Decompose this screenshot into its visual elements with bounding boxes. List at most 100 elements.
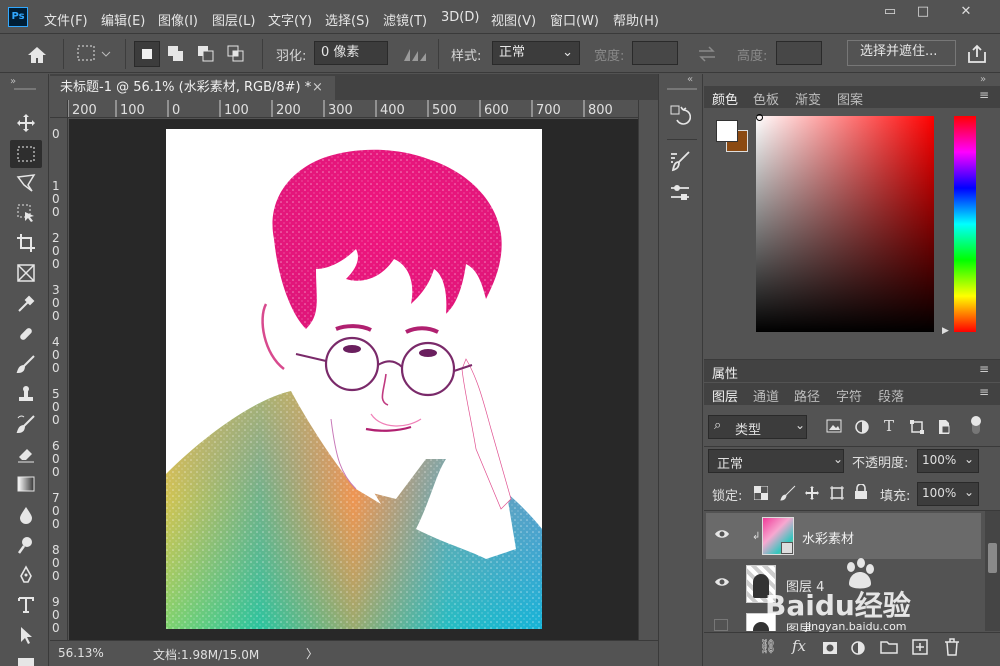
layer-style-icon[interactable]: fx [792, 637, 806, 655]
style-select[interactable]: 正常 ⌄ [492, 41, 580, 65]
layers-scroll-thumb[interactable] [988, 543, 997, 573]
swap-dimensions-icon[interactable] [697, 45, 717, 66]
brush-settings-icon[interactable] [669, 150, 691, 175]
lock-position-icon[interactable] [804, 485, 820, 504]
lock-artboard-icon[interactable] [829, 485, 845, 504]
tab-layers[interactable]: 图层 [712, 386, 738, 405]
gradient-tool-icon[interactable] [14, 472, 38, 496]
anti-alias-icon[interactable] [402, 45, 428, 66]
layer-name[interactable]: 图层 4 [786, 576, 824, 595]
home-icon[interactable] [26, 45, 48, 68]
object-selection-tool-icon[interactable] [14, 201, 38, 225]
link-layers-icon[interactable]: ⛓ [759, 639, 777, 655]
menu-help[interactable]: 帮助(H) [613, 10, 659, 29]
feather-input[interactable]: 0 像素 [314, 41, 388, 65]
blend-mode-select[interactable]: 正常 ⌄ [708, 449, 844, 473]
menu-image[interactable]: 图像(I) [158, 10, 198, 29]
menu-edit[interactable]: 编辑(E) [101, 10, 145, 29]
intersect-selection-icon[interactable] [224, 42, 248, 69]
hue-slider[interactable] [954, 116, 976, 332]
pen-tool-icon[interactable] [14, 563, 38, 587]
tab-channels[interactable]: 通道 [753, 386, 779, 405]
layers-scrollbar[interactable] [985, 511, 1000, 631]
layer-filter-select[interactable]: ⌕ 类型 ⌄ [708, 415, 807, 439]
new-adjustment-layer-icon[interactable] [850, 640, 866, 659]
history-brush-tool-icon[interactable] [14, 412, 38, 436]
status-menu-arrow[interactable]: 〉 [306, 645, 318, 662]
rectangle-tool-icon[interactable] [14, 652, 38, 666]
add-mask-icon[interactable] [822, 641, 838, 658]
panel-menu-icon[interactable]: ≡ [979, 88, 989, 102]
collapse-dock-icon[interactable]: » [980, 74, 986, 85]
tab-swatches[interactable]: 色板 [753, 89, 779, 108]
tab-paragraph[interactable]: 段落 [878, 386, 904, 405]
close-window-button[interactable]: ✕ [948, 2, 984, 24]
type-tool-icon[interactable] [14, 593, 38, 617]
path-selection-tool-icon[interactable] [14, 623, 38, 647]
menu-file[interactable]: 文件(F) [44, 10, 88, 29]
tab-properties[interactable]: 属性 [712, 363, 738, 382]
close-tab-icon[interactable]: × [312, 76, 323, 100]
menu-3d[interactable]: 3D(D) [441, 10, 479, 25]
visibility-toggle-box[interactable] [714, 619, 728, 631]
dodge-tool-icon[interactable] [14, 533, 38, 557]
height-input[interactable] [776, 41, 822, 65]
rect-marquee-preset-icon[interactable] [76, 44, 112, 67]
layer-row-layer-4[interactable]: 图层 4 [706, 561, 981, 607]
filter-pixel-layer-icon[interactable] [826, 419, 842, 436]
minimize-button[interactable]: ▭ [872, 2, 908, 24]
menu-filter[interactable]: 滤镜(T) [383, 10, 427, 29]
brush-tool-icon[interactable] [14, 352, 38, 376]
expand-panels-icon[interactable]: « [687, 74, 693, 85]
filter-shape-layer-icon[interactable] [909, 419, 925, 438]
canvas-workspace[interactable] [69, 119, 638, 640]
tab-paths[interactable]: 路径 [794, 386, 820, 405]
eye-icon[interactable] [714, 576, 730, 591]
frame-tool-icon[interactable] [14, 261, 38, 285]
layer-name[interactable]: 水彩素材 [802, 528, 854, 547]
delete-layer-icon[interactable] [944, 638, 960, 659]
healing-brush-tool-icon[interactable] [14, 322, 38, 346]
new-selection-icon[interactable] [134, 41, 160, 67]
filter-type-layer-icon[interactable]: T [884, 417, 894, 435]
foreground-color-swatch[interactable] [716, 120, 738, 142]
lock-transparent-pixels-icon[interactable] [753, 485, 769, 503]
layer-row-watercolor[interactable]: ↲ 水彩素材 [706, 513, 981, 559]
history-panel-icon[interactable] [669, 104, 692, 129]
blur-tool-icon[interactable] [14, 503, 38, 527]
panel-menu-icon[interactable]: ≡ [979, 385, 989, 399]
hue-slider-handle[interactable]: ▶ [942, 326, 949, 336]
subtract-from-selection-icon[interactable] [194, 42, 218, 69]
panel-menu-icon[interactable]: ≡ [979, 362, 989, 376]
tab-gradients[interactable]: 渐变 [795, 89, 821, 108]
tab-patterns[interactable]: 图案 [837, 89, 863, 108]
color-picker-cursor[interactable] [756, 114, 763, 121]
document-size[interactable]: 文档:1.98M/15.0M [153, 646, 259, 663]
lock-image-pixels-icon[interactable] [780, 485, 796, 504]
zoom-level[interactable]: 56.13% [58, 646, 104, 660]
lasso-tool-icon[interactable] [14, 171, 38, 195]
eye-icon[interactable] [714, 528, 730, 543]
collapse-toolbar-icon[interactable]: » [10, 76, 16, 87]
canvas-vertical-scrollbar[interactable] [638, 100, 658, 640]
ruler-origin[interactable] [50, 100, 68, 118]
menu-type[interactable]: 文字(Y) [268, 10, 312, 29]
adjustment-presets-icon[interactable] [669, 182, 691, 207]
filter-smart-object-icon[interactable] [936, 419, 952, 438]
tab-character[interactable]: 字符 [836, 386, 862, 405]
layer-name[interactable]: 图层 [786, 619, 812, 631]
width-input[interactable] [632, 41, 678, 65]
move-tool-icon[interactable] [14, 111, 38, 135]
eraser-tool-icon[interactable] [14, 442, 38, 466]
layer-row-layer[interactable]: 图层 [706, 609, 981, 631]
fill-input[interactable]: 100% ⌄ [917, 482, 979, 506]
tab-color[interactable]: 颜色 [712, 89, 738, 108]
new-layer-icon[interactable] [912, 639, 928, 658]
clone-stamp-tool-icon[interactable] [14, 382, 38, 406]
crop-tool-icon[interactable] [14, 231, 38, 255]
new-group-icon[interactable] [880, 640, 898, 657]
maximize-button[interactable]: □ [905, 2, 941, 24]
opacity-input[interactable]: 100% ⌄ [917, 449, 979, 473]
filter-adjustment-layer-icon[interactable] [854, 419, 870, 438]
document-tab[interactable]: 未标题-1 @ 56.1% (水彩素材, RGB/8#) * × [50, 76, 335, 100]
